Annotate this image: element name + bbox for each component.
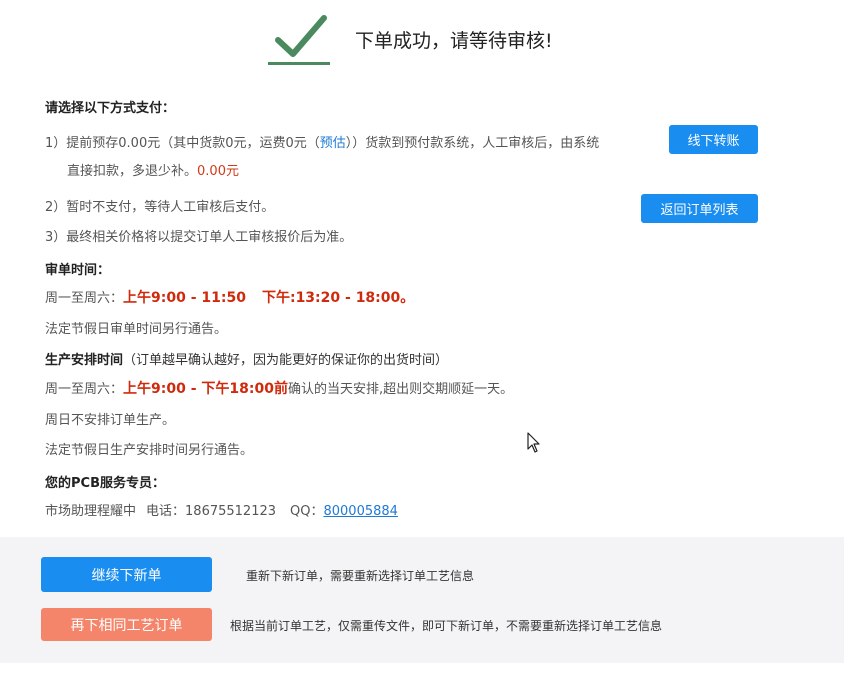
- service-phone: 18675512123: [185, 504, 277, 519]
- new-order-description: 重新下新订单，需要重新选择订单工艺信息: [246, 569, 475, 583]
- back-to-orders-button[interactable]: 返回订单列表: [641, 194, 758, 223]
- service-contact: 市场助理程耀中 电话：18675512123 QQ：800005884: [45, 504, 398, 519]
- payment-item-2: 2）暂时不支付，等待人工审核后支付。: [45, 200, 275, 215]
- production-holiday-note: 法定节假日生产安排时间另行通告。: [45, 443, 254, 458]
- payment-heading: 请选择以下方式支付：: [45, 101, 176, 116]
- qq-link[interactable]: 800005884: [323, 504, 397, 519]
- payment-item-1-line-1: 1）提前预存0.00元（其中货款0元，运费0元（预估））货款到预付款系统，人工审…: [45, 136, 600, 151]
- actions-panel: [0, 537, 844, 663]
- service-name: 市场助理程耀中: [45, 504, 137, 519]
- same-process-description: 根据当前订单工艺，仅需重传文件，即可下新订单，不需要重新选择订单工艺信息: [230, 619, 663, 633]
- review-holiday-note: 法定节假日审单时间另行通告。: [45, 322, 228, 337]
- production-heading-row: 生产安排时间（订单越早确认越好，因为能更好的保证你的出货时间）: [45, 349, 448, 368]
- estimate-link[interactable]: 预估: [320, 136, 346, 151]
- payment-item-1-line-2: 直接扣款，多退少补。0.00元: [67, 164, 239, 179]
- check-icon: [268, 15, 330, 65]
- prepay-amount: 0.00元: [118, 136, 161, 151]
- review-time-schedule: 周一至周六：上午9:00 - 11:50 下午:13:20 - 18:00。: [45, 290, 415, 306]
- payment-item-3: 3）最终相关价格将以提交订单人工审核报价后为准。: [45, 230, 353, 245]
- production-heading: 生产安排时间: [45, 353, 124, 368]
- new-order-button[interactable]: 继续下新单: [41, 557, 212, 592]
- production-schedule: 周一至周六：上午9:00 - 下午18:00前确认的当天安排,超出则交期顺延一天…: [45, 381, 514, 397]
- production-sunday-note: 周日不安排订单生产。: [45, 413, 176, 428]
- review-afternoon-time: 下午:13:20 - 18:00。: [261, 290, 415, 306]
- production-heading-note: （订单越早确认越好，因为能更好的保证你的出货时间）: [123, 353, 449, 368]
- mouse-cursor-icon: [527, 432, 540, 453]
- page-title: 下单成功，请等待审核!: [355, 30, 553, 52]
- service-heading: 您的PCB服务专员：: [45, 476, 165, 491]
- review-morning-time: 上午9:00 - 11:50: [123, 290, 246, 306]
- refund-amount: 0.00元: [197, 164, 239, 179]
- offline-transfer-button[interactable]: 线下转账: [669, 125, 758, 154]
- same-process-order-button[interactable]: 再下相同工艺订单: [41, 608, 212, 641]
- production-time-range: 上午9:00 - 下午18:00前: [123, 381, 288, 397]
- review-time-heading: 审单时间：: [45, 263, 111, 278]
